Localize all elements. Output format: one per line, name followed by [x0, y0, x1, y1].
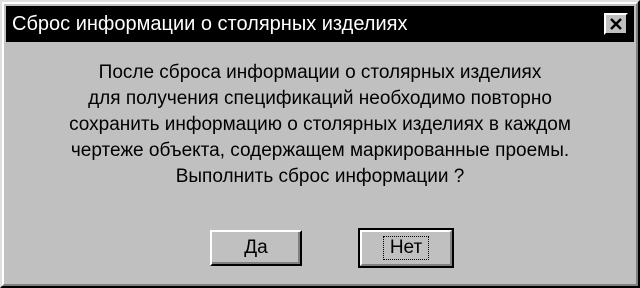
message-line: для получения спецификаций необходимо по…: [88, 88, 552, 109]
dialog-message: После сброса информации о столярных изде…: [12, 60, 628, 190]
message-line: Выполнить сброс информации ?: [175, 166, 465, 187]
close-button[interactable]: [604, 13, 628, 35]
yes-button-label: Да: [244, 237, 268, 258]
no-button[interactable]: Нет: [358, 228, 454, 268]
message-line: сохранить информацию о столярных изделия…: [69, 114, 571, 135]
no-button-bevel: Нет: [360, 230, 452, 266]
close-icon: [610, 18, 622, 30]
message-line: После сброса информации о столярных изде…: [98, 62, 542, 83]
message-line: чертеже объекта, содержащем маркированны…: [70, 140, 570, 161]
yes-button[interactable]: Да: [210, 230, 302, 266]
dialog-title: Сброс информации о столярных изделиях: [12, 12, 408, 35]
title-bar[interactable]: Сброс информации о столярных изделиях: [6, 6, 634, 42]
confirm-dialog: Сброс информации о столярных изделиях По…: [0, 0, 640, 288]
no-button-label: Нет: [382, 236, 430, 260]
